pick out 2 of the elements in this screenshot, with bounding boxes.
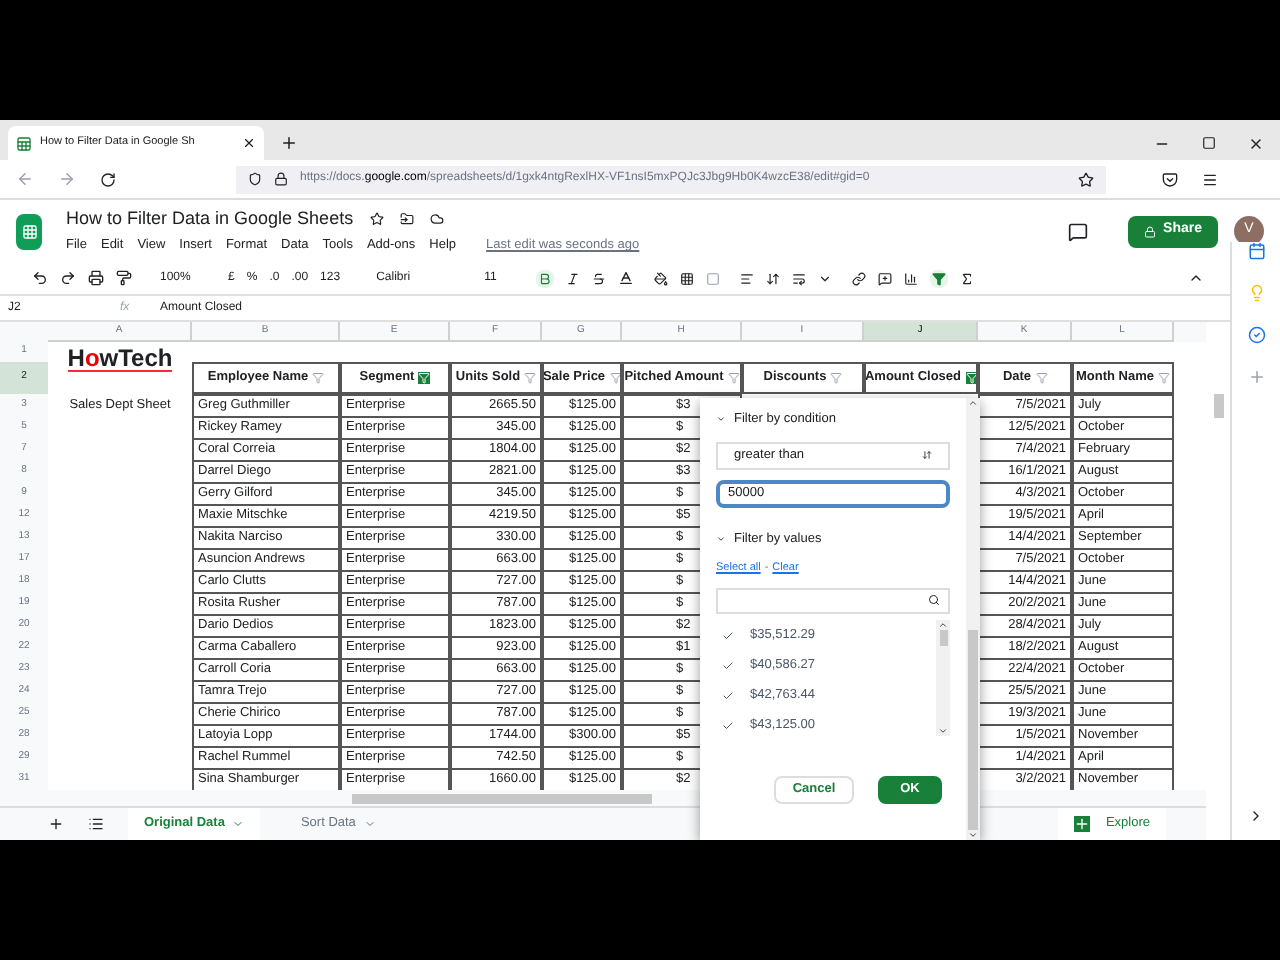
howtech-logo: HowTech: [67, 346, 173, 372]
document-title[interactable]: How to Filter Data in Google Sheets: [66, 205, 354, 233]
